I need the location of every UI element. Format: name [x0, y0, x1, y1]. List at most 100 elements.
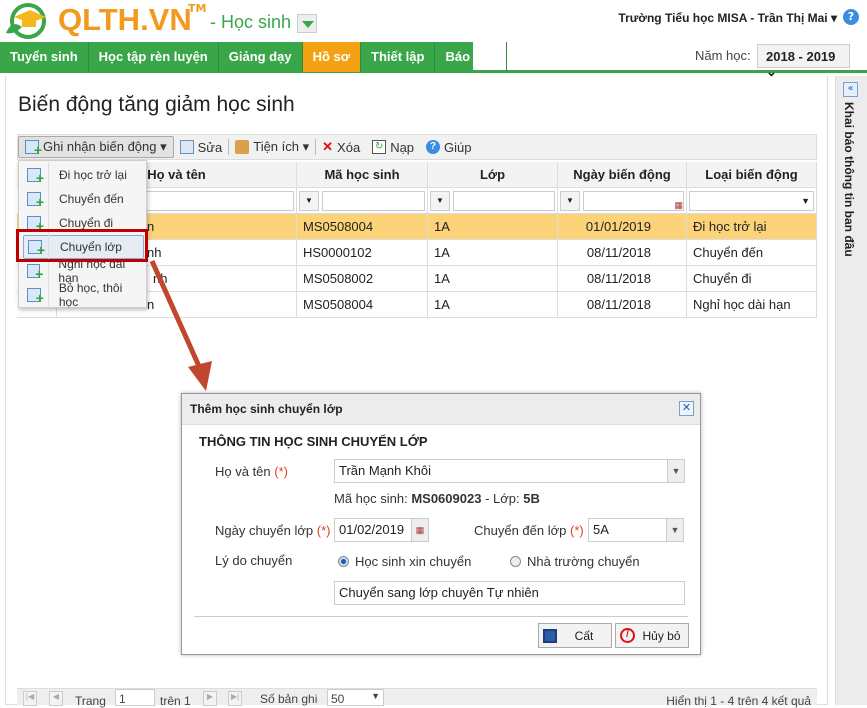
- expand-panel-button[interactable]: «: [843, 82, 858, 97]
- filter-type: ▼: [687, 188, 817, 213]
- name-label: Họ và tên (*): [215, 464, 288, 479]
- edit-icon: [179, 140, 194, 154]
- filter-date: ▼ ▦: [558, 188, 687, 213]
- radio-school-transfer[interactable]: Nhà trường chuyển: [510, 554, 640, 569]
- col-header-date[interactable]: Ngày biến động: [558, 162, 687, 187]
- page-size-label: Số bản ghi: [260, 692, 318, 706]
- filter-class: ▼: [428, 188, 558, 213]
- to-class-select[interactable]: 5A ▼: [588, 518, 684, 542]
- col-header-type[interactable]: Loại biến động: [687, 162, 817, 187]
- cancel-button[interactable]: / Hủy bỏ: [615, 623, 689, 648]
- class-label: - Lớp:: [485, 491, 520, 506]
- radio-label: Học sinh xin chuyển: [355, 554, 472, 569]
- cell-code: MS0508004: [297, 292, 428, 317]
- utilities-button[interactable]: Tiện ích ▾: [229, 136, 315, 158]
- reload-button[interactable]: ↻ Nạp: [366, 136, 420, 158]
- add-doc-icon: [27, 216, 44, 234]
- annotation-arrow-icon: [149, 259, 212, 391]
- code-value: MS0609023: [411, 491, 482, 506]
- cell-code: MS0508004: [297, 214, 428, 239]
- nav-tab-hoc-tap[interactable]: Học tập rèn luyện: [89, 42, 219, 72]
- main-nav: Tuyển sinh Học tập rèn luyện Giảng dạy H…: [0, 42, 508, 72]
- year-select[interactable]: 2018 - 2019 ⌄: [757, 44, 850, 79]
- menu-item[interactable]: Bỏ học, thôi học: [23, 281, 144, 309]
- filter-class-input[interactable]: [453, 190, 555, 211]
- add-doc-icon: [27, 192, 44, 210]
- radio-unchecked-icon: [510, 556, 521, 567]
- record-change-button[interactable]: Ghi nhận biến động ▾: [18, 136, 174, 158]
- help-button[interactable]: ? Giúp: [420, 136, 477, 158]
- cell-date: 08/11/2018: [558, 240, 687, 265]
- menu-item[interactable]: Chuyển đến: [23, 187, 144, 211]
- cell-type: Chuyển đến: [687, 240, 817, 265]
- edit-button[interactable]: Sửa: [174, 136, 229, 158]
- nav-tab-tuyen-sinh[interactable]: Tuyển sinh: [0, 42, 89, 72]
- filter-op-dropdown[interactable]: ▼: [560, 190, 580, 211]
- prev-page-button[interactable]: ◀: [49, 691, 63, 706]
- radio-student-request[interactable]: Học sinh xin chuyển: [338, 554, 471, 569]
- page-input[interactable]: 1: [115, 689, 155, 706]
- pager: |◀ ◀ Trang 1 trên 1 ▶ ▶| Số bản ghi 50 ▼ …: [17, 688, 817, 708]
- page-label: Trang: [75, 694, 106, 708]
- filter-code: ▼: [297, 188, 428, 213]
- divider: [194, 616, 688, 617]
- required-mark: (*): [316, 523, 331, 538]
- reason-input[interactable]: Chuyển sang lớp chuyên Tự nhiên: [334, 581, 685, 605]
- module-dropdown[interactable]: [297, 14, 317, 33]
- section-title: THÔNG TIN HỌC SINH CHUYỂN LỚP: [199, 434, 428, 449]
- filter-code-input[interactable]: [322, 190, 425, 211]
- cell-code: MS0508002: [297, 266, 428, 291]
- next-page-button[interactable]: ▶: [203, 691, 217, 706]
- menu-item-label: Chuyển đến: [59, 192, 124, 206]
- cell-date: 08/11/2018: [558, 266, 687, 291]
- filter-type-select[interactable]: ▼: [689, 190, 814, 211]
- cell-type: Chuyển đi: [687, 266, 817, 291]
- filter-op-dropdown[interactable]: ▼: [299, 190, 319, 211]
- nav-tab-ho-so[interactable]: Hồ sơ: [302, 42, 362, 72]
- nav-tab-bao-cao[interactable]: Báo cáo: [435, 42, 508, 72]
- cell-class: 1A: [428, 266, 558, 291]
- add-doc-icon: [27, 288, 44, 306]
- menu-item[interactable]: Đi học trở lại: [23, 163, 144, 187]
- filter-op-dropdown[interactable]: ▼: [430, 190, 450, 211]
- nav-tab-thiet-lap[interactable]: Thiết lập: [361, 42, 436, 72]
- year-label: Năm học:: [695, 48, 751, 63]
- logo-tm: TM: [188, 2, 207, 15]
- chevron-down-icon: ▼: [666, 519, 683, 541]
- cell-code: HS0000102: [297, 240, 428, 265]
- close-icon[interactable]: ✕: [679, 401, 694, 416]
- menu-item[interactable]: Nghỉ học dài hạn: [23, 257, 144, 285]
- required-mark: (*): [274, 464, 288, 479]
- delete-button[interactable]: ✕ Xóa: [316, 136, 366, 158]
- help-icon[interactable]: ?: [843, 9, 859, 25]
- col-header-class[interactable]: Lớp: [428, 162, 558, 187]
- side-panel-label[interactable]: Khai báo thông tin ban đầu: [842, 102, 856, 257]
- to-class-label: Chuyển đến lớp (*): [474, 523, 584, 538]
- nav-tab-giang-day[interactable]: Giảng dạy: [219, 42, 303, 72]
- page-size-select[interactable]: 50 ▼: [327, 689, 384, 706]
- filter-date-input[interactable]: ▦: [583, 190, 684, 211]
- col-header-code[interactable]: Mã học sinh: [297, 162, 428, 187]
- result-summary: Hiển thị 1 - 4 trên 4 kết quả: [666, 694, 811, 708]
- cell-class: 1A: [428, 240, 558, 265]
- radio-checked-icon: [338, 556, 349, 567]
- help-icon: ?: [426, 140, 441, 154]
- calendar-icon[interactable]: ▦: [411, 519, 428, 541]
- cell-date: 08/11/2018: [558, 292, 687, 317]
- menu-item-label: Đi học trở lại: [59, 168, 127, 182]
- menu-item-label: Bỏ học, thôi học: [58, 281, 123, 309]
- last-page-button[interactable]: ▶|: [228, 691, 242, 706]
- save-icon: [543, 628, 557, 643]
- tools-icon: [235, 140, 250, 154]
- transfer-date-input[interactable]: 01/02/2019 ▦: [334, 518, 429, 542]
- user-menu[interactable]: Trường Tiểu học MISA - Trần Thị Mai ▾: [618, 11, 837, 25]
- add-doc-icon: [27, 168, 44, 186]
- logo-text: QLTH.VN: [58, 2, 192, 37]
- highlight-box: [16, 229, 148, 262]
- page-total: trên 1: [160, 694, 191, 708]
- save-button[interactable]: Cất: [538, 623, 612, 648]
- selected-value: Trần Mạnh Khôi: [339, 463, 432, 478]
- student-name-select[interactable]: Trần Mạnh Khôi ▼: [334, 459, 685, 483]
- first-page-button[interactable]: |◀: [23, 691, 37, 706]
- required-mark: (*): [570, 523, 584, 538]
